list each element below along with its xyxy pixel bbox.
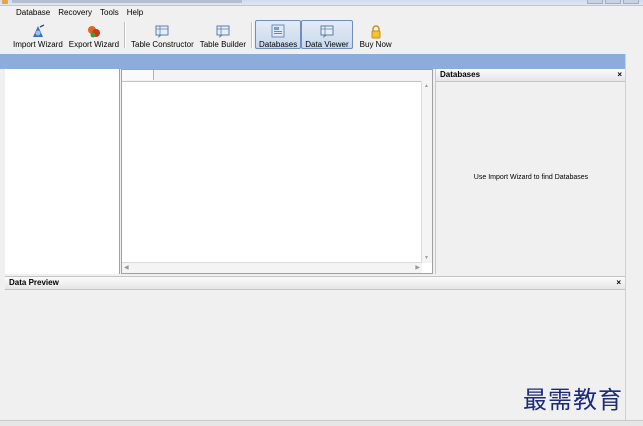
app-icon — [2, 0, 8, 4]
export-wizard-icon — [85, 23, 103, 39]
close-icon[interactable]: × — [616, 277, 621, 289]
close-window-button[interactable] — [623, 0, 639, 4]
scroll-up-arrow-icon[interactable]: ▲ — [424, 83, 429, 89]
data-viewer-label: Data Viewer — [305, 40, 349, 49]
data-viewer-button[interactable]: Data Viewer — [301, 20, 353, 49]
close-icon[interactable]: × — [617, 69, 622, 81]
accent-strip — [0, 54, 643, 69]
data-preview-title: Data Preview — [9, 278, 59, 287]
app-window: Database Recovery Tools Help Import Wiza… — [0, 0, 643, 426]
buy-now-button[interactable]: Buy Now — [357, 20, 395, 49]
menu-tools[interactable]: Tools — [96, 6, 123, 20]
buy-now-label: Buy Now — [359, 40, 392, 49]
table-constructor-label: Table Constructor — [131, 40, 194, 49]
export-wizard-label: Export Wizard — [68, 40, 120, 49]
watermark-logo: 最需教育 — [523, 386, 623, 414]
databases-pane-title: Databases — [440, 70, 481, 79]
databases-button[interactable]: Databases — [254, 20, 302, 49]
table-constructor-button[interactable]: Table Constructor — [128, 20, 197, 49]
data-grid-pane[interactable]: ▲ ▼ ◀ ▶ — [121, 69, 433, 274]
toolbar-separator — [124, 22, 127, 48]
import-wizard-label: Import Wizard — [13, 40, 63, 49]
grid-header — [122, 70, 432, 82]
toolbar: Import Wizard Export Wizard Table Constr… — [0, 20, 643, 52]
databases-empty-message: Use Import Wizard to find Databases — [473, 174, 589, 181]
grid-column-header[interactable] — [122, 70, 154, 80]
scroll-down-arrow-icon[interactable]: ▼ — [424, 255, 429, 261]
scroll-left-arrow-icon[interactable]: ◀ — [124, 264, 129, 271]
table-constructor-icon — [153, 23, 171, 39]
table-builder-label: Table Builder — [199, 40, 246, 49]
horizontal-scrollbar[interactable]: ◀ ▶ — [122, 262, 422, 273]
maximize-button[interactable] — [605, 0, 621, 4]
table-builder-button[interactable]: Table Builder — [197, 20, 249, 49]
databases-icon — [269, 24, 287, 39]
window-title-cropped — [12, 0, 242, 3]
right-scrollbar-track[interactable] — [625, 54, 643, 426]
vertical-scrollbar[interactable]: ▲ ▼ — [421, 81, 432, 263]
menu-help[interactable]: Help — [123, 6, 147, 20]
databases-pane-header: Databases × — [436, 69, 626, 82]
databases-pane: Databases × Use Import Wizard to find Da… — [435, 69, 626, 274]
menu-recovery[interactable]: Recovery — [54, 6, 96, 20]
database-tree-pane[interactable] — [5, 69, 120, 274]
data-viewer-icon — [318, 24, 336, 39]
minimize-button[interactable] — [587, 0, 603, 4]
status-bar — [0, 420, 643, 426]
menu-bar: Database Recovery Tools Help — [0, 6, 643, 20]
databases-label: Databases — [258, 40, 298, 49]
toolbar-separator — [250, 22, 253, 48]
menu-database[interactable]: Database — [12, 6, 54, 20]
window-controls — [587, 0, 639, 4]
import-wizard-button[interactable]: Import Wizard — [10, 20, 66, 49]
export-wizard-button[interactable]: Export Wizard — [66, 20, 122, 49]
scroll-right-arrow-icon[interactable]: ▶ — [415, 264, 420, 271]
data-preview-header: Data Preview × — [5, 277, 625, 290]
import-wizard-icon — [29, 23, 47, 39]
table-builder-icon — [214, 23, 232, 39]
lock-icon — [367, 23, 385, 39]
